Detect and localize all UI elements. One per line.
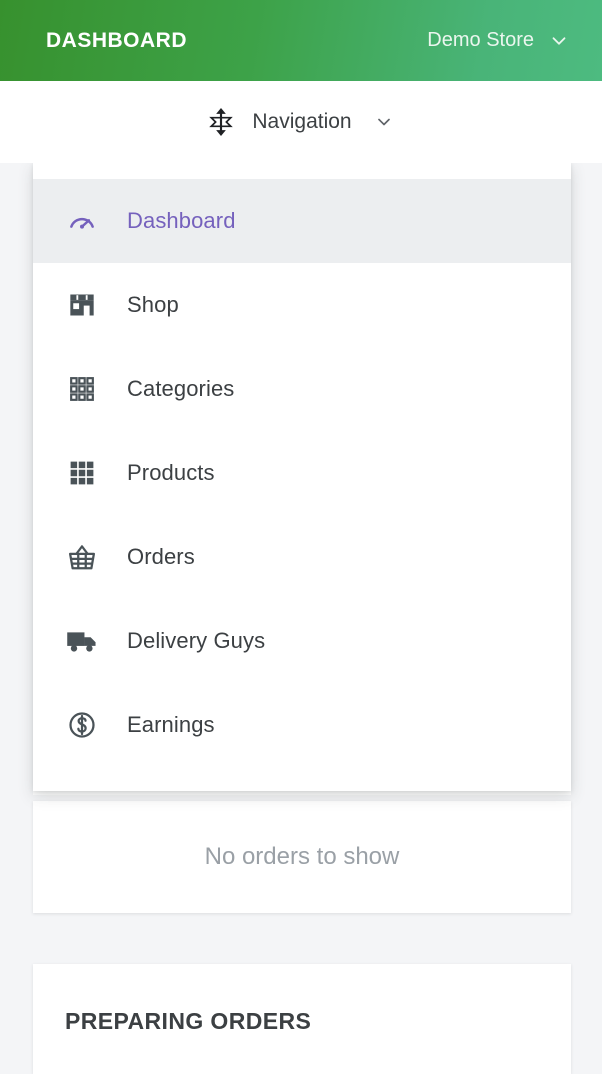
empty-orders-card: No orders to show	[33, 801, 571, 913]
app-header: DASHBOARD Demo Store	[0, 0, 602, 81]
menu-item-orders[interactable]: Orders	[33, 515, 571, 599]
menu-item-categories[interactable]: Categories	[33, 347, 571, 431]
menu-item-delivery-guys[interactable]: Delivery Guys	[33, 599, 571, 683]
menu-item-label: Earnings	[127, 712, 215, 737]
navigation-dropdown-panel: Dashboard Shop Categories Products Order…	[33, 163, 571, 791]
speedometer-icon	[65, 204, 99, 238]
app-screen: DASHBOARD Demo Store Navigation Dashboar…	[0, 0, 602, 1074]
storefront-icon	[65, 288, 99, 322]
menu-item-dashboard[interactable]: Dashboard	[33, 179, 571, 263]
store-name-label: Demo Store	[427, 29, 534, 51]
preparing-orders-title: PREPARING ORDERS	[65, 1008, 312, 1034]
menu-item-label: Shop	[127, 292, 179, 317]
menu-item-label: Dashboard	[127, 208, 236, 233]
truck-icon	[65, 624, 99, 658]
menu-item-label: Categories	[127, 376, 235, 401]
grid-outline-icon	[65, 372, 99, 406]
navigation-dropdown-trigger[interactable]: Navigation	[208, 108, 393, 136]
chevron-down-icon	[548, 30, 570, 52]
empty-orders-text: No orders to show	[204, 843, 400, 870]
preparing-orders-card: PREPARING ORDERS	[33, 964, 571, 1074]
store-selector[interactable]: Demo Store	[427, 29, 578, 52]
navigation-label: Navigation	[252, 110, 352, 133]
basket-icon	[65, 540, 99, 574]
chevron-down-icon	[370, 112, 394, 132]
menu-item-earnings[interactable]: Earnings	[33, 683, 571, 767]
vertical-resize-icon	[208, 108, 234, 136]
page-title: DASHBOARD	[46, 28, 187, 52]
dollar-circle-icon	[65, 708, 99, 742]
menu-item-label: Orders	[127, 544, 195, 569]
menu-item-label: Products	[127, 460, 215, 485]
grid-filled-icon	[65, 456, 99, 490]
menu-item-label: Delivery Guys	[127, 628, 266, 653]
navigation-bar: Navigation	[0, 81, 602, 163]
menu-item-shop[interactable]: Shop	[33, 263, 571, 347]
menu-item-products[interactable]: Products	[33, 431, 571, 515]
